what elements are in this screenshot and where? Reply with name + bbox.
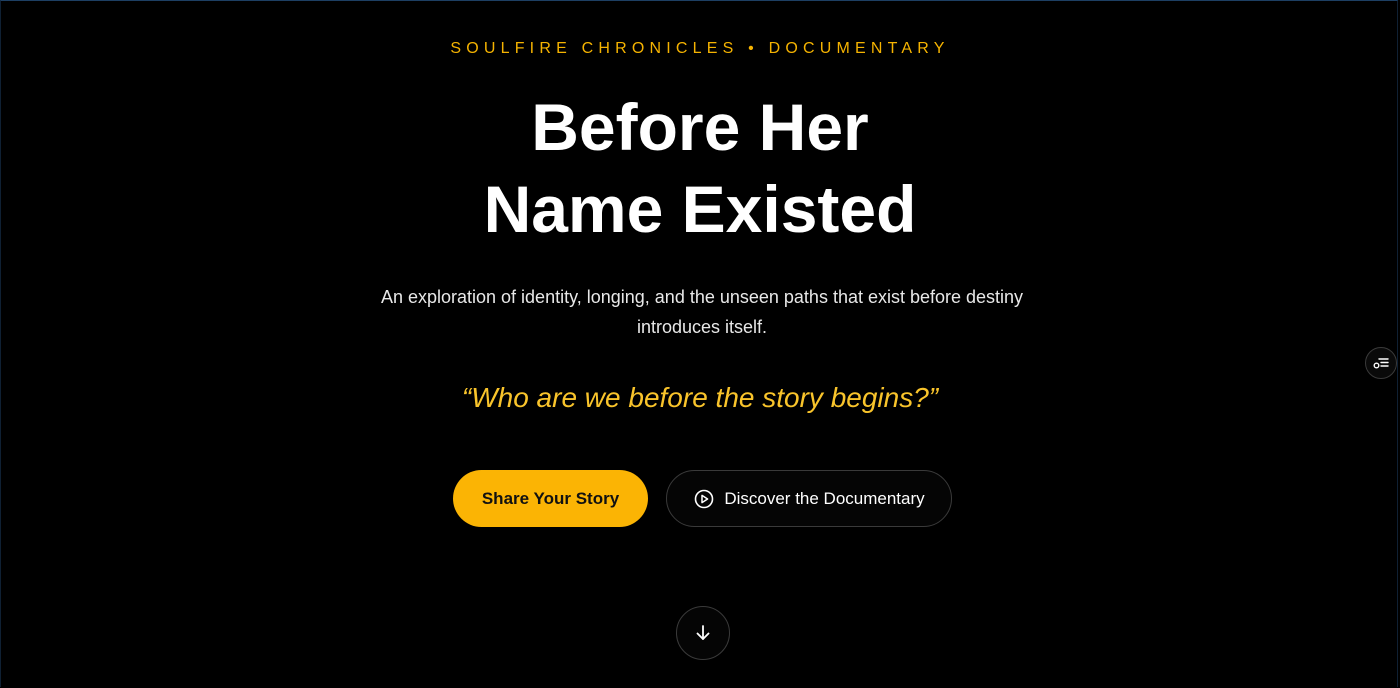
hero-section: SOULFIRE CHRONICLES • DOCUMENTARY Before… <box>0 0 1400 688</box>
share-your-story-button[interactable]: Share Your Story <box>453 470 648 527</box>
discover-documentary-button[interactable]: Discover the Documentary <box>666 470 952 527</box>
discover-documentary-label: Discover the Documentary <box>724 488 925 508</box>
filter-list-icon <box>1372 354 1390 372</box>
scroll-down-button[interactable] <box>676 606 730 660</box>
hero-subtitle: An exploration of identity, longing, and… <box>380 287 1024 337</box>
eyebrow-label: SOULFIRE CHRONICLES • DOCUMENTARY <box>450 40 950 57</box>
title-line-2: Name Existed <box>483 172 917 246</box>
arrow-down-icon <box>693 623 713 643</box>
side-panel-toggle-button[interactable] <box>1365 347 1397 379</box>
hero-quote: “Who are we before the story begins?” <box>461 382 939 413</box>
share-your-story-label: Share Your Story <box>481 488 620 508</box>
page-title: Before Her Name Existed <box>0 86 1400 250</box>
play-circle-icon <box>693 488 715 510</box>
title-line-1: Before Her <box>531 90 869 164</box>
